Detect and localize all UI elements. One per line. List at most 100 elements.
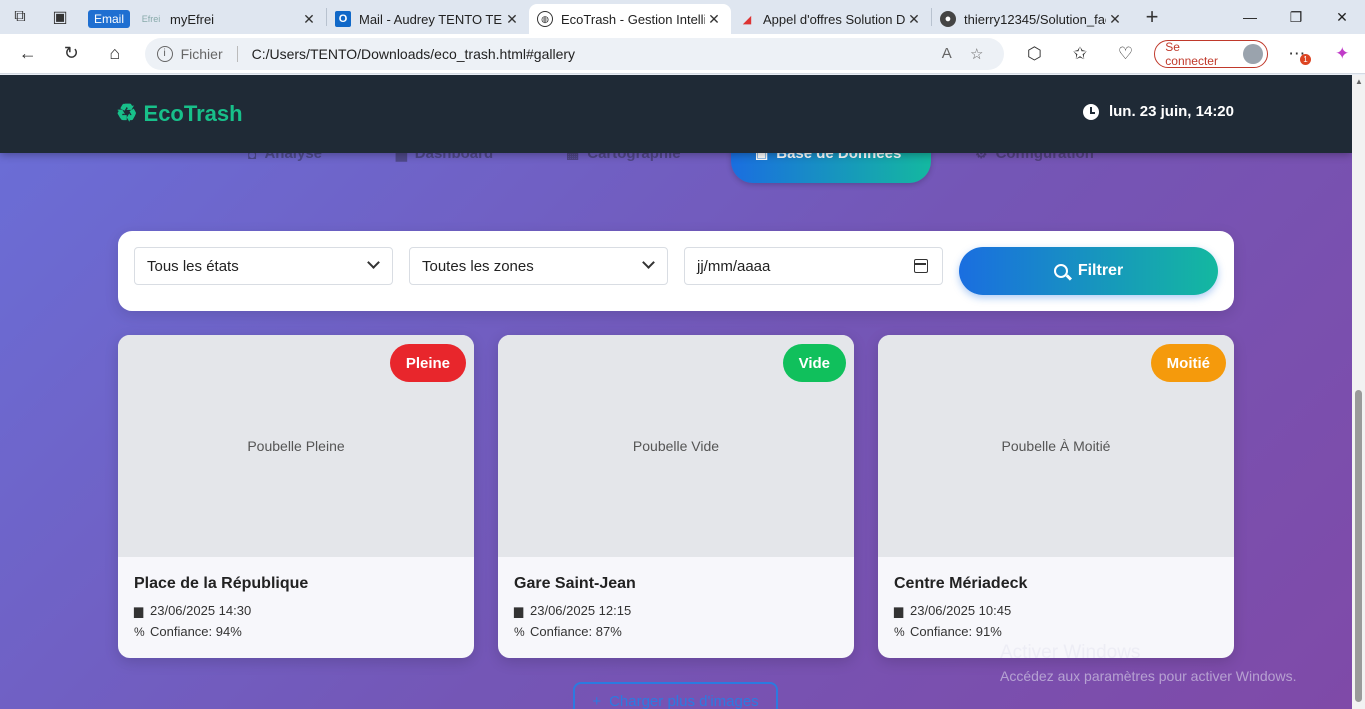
card-datetime-text: 23/06/2025 12:15 bbox=[530, 603, 632, 618]
scroll-up-icon[interactable]: ▲ bbox=[1355, 77, 1363, 86]
filter-button[interactable]: Filtrer bbox=[959, 247, 1218, 295]
card-location: Place de la République bbox=[134, 575, 309, 592]
vertical-tabs-icon[interactable]: ▣ bbox=[40, 0, 80, 34]
close-icon[interactable]: ✕ bbox=[1106, 11, 1124, 28]
plus-icon: + bbox=[592, 693, 602, 709]
browser-tab-bar: ⧉ ▣ Email Efrei myEfrei ✕ O Mail - Audre… bbox=[0, 0, 1365, 34]
app-favicon-icon: ◢ bbox=[742, 13, 752, 26]
datetime-display: lun. 23 juin, 14:20 bbox=[1082, 103, 1234, 120]
browser-tab-github[interactable]: ● thierry12345/Solution_fact ✕ bbox=[932, 4, 1132, 34]
address-bar[interactable]: i Fichier C:/Users/TENTO/Downloads/eco_t… bbox=[144, 37, 1004, 70]
calendar-icon: ▆ bbox=[514, 603, 524, 618]
date-input[interactable]: jj/mm/aaaa bbox=[684, 247, 943, 285]
restore-icon[interactable]: ❐ bbox=[1273, 0, 1319, 34]
state-select-value: Tous les états bbox=[147, 257, 239, 275]
app-name: EcoTrash bbox=[143, 100, 243, 126]
github-icon: ● bbox=[940, 11, 956, 27]
extensions-icon[interactable]: ⬡ bbox=[1012, 34, 1058, 74]
browser-tab-mail[interactable]: O Mail - Audrey TENTO TENT ✕ bbox=[327, 4, 529, 34]
page-scrollbar[interactable]: ▲ bbox=[1352, 75, 1365, 709]
card-datetime: ▆ 23/06/2025 12:15 bbox=[514, 603, 631, 618]
percentage-icon: % bbox=[894, 624, 905, 639]
filter-button-label: Filtrer bbox=[1077, 262, 1124, 279]
percentage-icon: % bbox=[514, 624, 525, 639]
state-select[interactable]: Tous les états bbox=[134, 247, 393, 285]
zone-select[interactable]: Toutes les zones bbox=[409, 247, 668, 285]
email-badge: Email bbox=[88, 10, 131, 28]
card-confidence: % Confiance: 91% bbox=[894, 624, 1002, 639]
address-toolbar: ← ↻ ⌂ i Fichier C:/Users/TENTO/Downloads… bbox=[0, 34, 1365, 74]
tab-title: myEfrei bbox=[170, 11, 215, 27]
calendar-icon: ▆ bbox=[134, 603, 144, 618]
close-icon[interactable]: ✕ bbox=[905, 11, 923, 28]
app-header: ♻ EcoTrash lun. 23 juin, 14:20 bbox=[0, 75, 1352, 153]
card-confidence: % Confiance: 94% bbox=[134, 624, 242, 639]
scrollbar-thumb[interactable] bbox=[1355, 390, 1362, 702]
outlook-icon: O bbox=[335, 11, 351, 27]
calendar-icon[interactable] bbox=[914, 259, 928, 273]
date-placeholder: jj/mm/aaaa bbox=[697, 257, 771, 275]
load-more-button[interactable]: + Charger plus d'images bbox=[573, 682, 778, 709]
globe-icon: ◍ bbox=[537, 11, 553, 27]
browser-tab-appel[interactable]: ◢ Appel d'offres Solution De ✕ bbox=[731, 4, 931, 34]
minimize-icon[interactable]: — bbox=[1227, 0, 1273, 34]
tab-title: Appel d'offres Solution De bbox=[763, 11, 905, 27]
card-confidence: % Confiance: 87% bbox=[514, 624, 622, 639]
bin-card[interactable]: Poubelle Pleine Pleine Place de la Répub… bbox=[118, 335, 474, 658]
window-close-icon[interactable]: ✕ bbox=[1319, 0, 1365, 34]
calendar-icon: ▆ bbox=[894, 603, 904, 618]
favorite-star-icon[interactable]: ☆ bbox=[962, 45, 992, 63]
avatar bbox=[1243, 43, 1263, 64]
watermark-subtitle: Accédez aux paramètres pour activer Wind… bbox=[1000, 668, 1297, 684]
browser-essentials-icon[interactable]: ♡ bbox=[1103, 34, 1149, 74]
app-logo[interactable]: ♻ EcoTrash bbox=[116, 99, 243, 128]
refresh-icon[interactable]: ↻ bbox=[50, 34, 94, 74]
status-badge: Vide bbox=[782, 344, 846, 382]
tab-title: EcoTrash - Gestion Intellige bbox=[561, 11, 705, 27]
back-icon[interactable]: ← bbox=[6, 34, 50, 74]
new-tab-icon[interactable]: + bbox=[1132, 0, 1172, 34]
windows-activation-watermark: Activer Windows Accédez aux paramètres p… bbox=[1000, 642, 1296, 684]
recycle-icon: ♻ bbox=[116, 100, 138, 127]
bin-card[interactable]: Poubelle Vide Vide Gare Saint-Jean ▆ 23/… bbox=[498, 335, 854, 658]
chevron-down-icon bbox=[642, 256, 655, 269]
chevron-down-icon bbox=[367, 256, 380, 269]
card-confidence-text: Confiance: 91% bbox=[910, 624, 1002, 639]
card-location: Centre Mériadeck bbox=[894, 575, 1028, 592]
browser-tab-ecotrash[interactable]: ◍ EcoTrash - Gestion Intellige ✕ bbox=[529, 4, 731, 34]
browser-tab-myefrei[interactable]: Email Efrei myEfrei ✕ bbox=[80, 4, 326, 34]
card-datetime: ▆ 23/06/2025 10:45 bbox=[894, 603, 1011, 618]
sign-in-label: Se connecter bbox=[1165, 39, 1218, 68]
watermark-title: Activer Windows bbox=[1000, 642, 1141, 663]
status-badge: Moitié bbox=[1150, 344, 1226, 382]
copilot-icon[interactable]: ✦ bbox=[1319, 34, 1365, 74]
more-menu-icon[interactable]: ⋯ 1 bbox=[1274, 34, 1320, 74]
filter-panel: Tous les états Toutes les zones jj/mm/aa… bbox=[118, 231, 1234, 311]
tab-title: thierry12345/Solution_fact bbox=[964, 11, 1106, 27]
url-text[interactable]: C:/Users/TENTO/Downloads/eco_trash.html#… bbox=[252, 46, 932, 62]
card-confidence-text: Confiance: 94% bbox=[150, 624, 242, 639]
card-location: Gare Saint-Jean bbox=[514, 575, 636, 592]
favorites-icon[interactable]: ✩ bbox=[1057, 34, 1103, 74]
read-aloud-icon[interactable]: A bbox=[932, 45, 962, 62]
page-viewport: ♻ EcoTrash lun. 23 juin, 14:20 ◘ Analyse… bbox=[0, 75, 1352, 709]
close-icon[interactable]: ✕ bbox=[705, 11, 723, 28]
status-badge: Pleine bbox=[389, 344, 466, 382]
sign-in-button[interactable]: Se connecter bbox=[1154, 39, 1268, 68]
card-confidence-text: Confiance: 87% bbox=[530, 624, 622, 639]
efrei-favicon: Efrei bbox=[141, 14, 161, 24]
card-datetime-text: 23/06/2025 14:30 bbox=[150, 603, 252, 618]
bin-card[interactable]: Poubelle À Moitié Moitié Centre Mériadec… bbox=[878, 335, 1234, 658]
close-icon[interactable]: ✕ bbox=[300, 11, 318, 28]
load-more-label: Charger plus d'images bbox=[609, 693, 759, 709]
percentage-icon: % bbox=[134, 624, 145, 639]
workspaces-icon[interactable]: ⧉ bbox=[0, 0, 40, 34]
search-icon bbox=[1053, 264, 1068, 278]
tab-title: Mail - Audrey TENTO TENT bbox=[359, 11, 503, 27]
close-icon[interactable]: ✕ bbox=[503, 11, 521, 28]
clock-icon bbox=[1082, 103, 1099, 120]
home-icon[interactable]: ⌂ bbox=[93, 34, 137, 74]
card-datetime: ▆ 23/06/2025 14:30 bbox=[134, 603, 251, 618]
info-icon[interactable]: i bbox=[156, 45, 173, 62]
notification-badge: 1 bbox=[1299, 53, 1311, 65]
